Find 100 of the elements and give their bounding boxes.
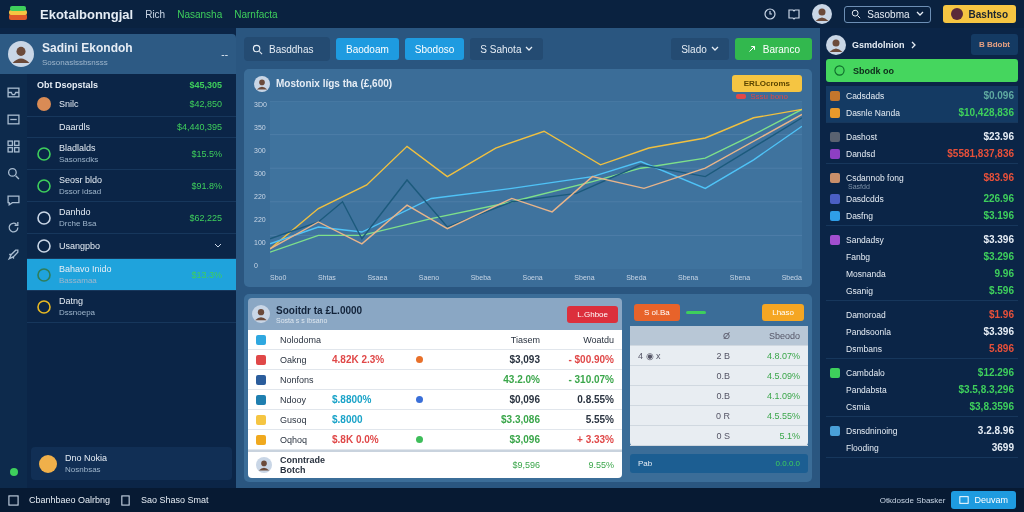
more-menu[interactable]: -- [221,48,228,60]
avatar-icon [812,4,833,24]
asset-name: Nonfons [280,374,315,385]
column-header: Ø [722,330,730,341]
asset-value: 226.96 [983,193,1014,204]
rocket-icon[interactable] [7,248,20,261]
quantity-cell-text: 0 S [715,430,730,441]
asset-name: Dandsd [846,148,877,159]
account-name: Bladlalds [59,143,97,153]
column-header: Woatdu [582,334,614,345]
caret-icon [710,46,719,52]
column-header: Tiasem [509,334,540,345]
legend-label: Sssu bono [750,92,788,101]
column-header: Sbeodo [767,330,800,341]
value-cell-text: $3,093 [508,354,540,365]
legend-swatch [736,94,747,99]
quantity-cell-text: 2 B [715,350,730,361]
asset-value: $10,428,836 [958,107,1014,118]
asset-value: $3.296 [983,251,1014,262]
percent-cell-text: 4.5.09% [765,370,800,381]
asset-value: $83.96 [983,172,1014,183]
asset-name: Dasdcdds [846,193,885,204]
asset-group[interactable]: Dsnsdninoing 3.2.8.96 Flooding 3699 [826,421,1018,458]
card-icon[interactable] [7,113,20,126]
asset-name: Csmia [846,401,872,412]
asset-name: Pandabsta [846,384,888,395]
asset-group[interactable]: Cadsdads $0.096 Dasnle Nanda $10,428,836 [826,86,1018,123]
asset-group[interactable]: Damoroad $1.96 Pandsoonla $3.396 Dsmbans 5.896 [826,305,1018,359]
filter-dropdown[interactable]: S Sahota [470,38,544,60]
account-value: $42,850 [189,99,222,109]
avatar-icon [252,305,270,323]
row-label: 4 ◉ x [638,350,662,361]
asset-group[interactable]: Sandadsy $3.396 Fanbg $3.296 Mosnanda 9.96 Gsanig $.596 [826,230,1018,301]
change-cell-text: $.8000 [332,414,364,425]
search-icon [851,9,862,19]
profile-name: Sadini Ekondoh [42,41,134,55]
asset-name: Gusoq [280,414,308,425]
chevron-icon [910,40,917,49]
quantity-cell-text: 0.B [715,370,730,381]
refresh-icon[interactable] [7,221,20,234]
asset-value: $3.196 [983,210,1014,221]
percent-cell-text: 4.8.07% [765,350,800,361]
account-item[interactable]: Snilc $42,850 [27,92,236,117]
account-item[interactable]: Daardls $4,440,395 [27,117,236,138]
account-subtitle: Dssnoepa [59,308,97,317]
asset-value: 9.96 [994,268,1014,279]
asset-name: Gsanig [846,285,874,296]
percent-cell-text: 5.1% [778,430,800,441]
avatar-icon [8,41,34,67]
value-cell-text: $3,096 [508,434,540,445]
change-cell-text: $.8K 0.0% [332,434,380,445]
account-name: Bahavo Inido [59,264,113,274]
search-icon[interactable] [7,167,20,180]
chat-icon[interactable] [7,194,20,207]
asset-group[interactable]: Dashost $23.96 Dandsd $5581,837,836 [826,127,1018,164]
panel-button[interactable]: B Bdobt [970,34,1018,55]
nav-link[interactable]: Narnfacta [234,8,278,20]
inbox-icon[interactable] [7,86,20,99]
status-text: Cbanhbaeo Oalrbng [29,495,111,505]
nav-link[interactable]: Nasansha [177,8,223,20]
account-subtitle: Drche Bsa [59,219,98,228]
asset-name: Fanbg [846,251,872,262]
change-cell-text: $.8800% [332,394,373,405]
alert-button[interactable]: L.Ghboe [567,305,618,323]
asset-value: $3.5,8.3,296 [958,384,1014,395]
asset-name: Dasfng [846,210,874,221]
asset-value: $.596 [988,285,1014,296]
panel-title: Gsmdolnion [852,39,905,50]
account-name: Danhdo [59,207,92,217]
change-cell-text: 4.82K 2.3% [332,354,386,365]
asset-value: $5581,837,836 [947,148,1014,159]
asset-name: Dashost [846,131,879,142]
action-button[interactable]: Bashtso [942,5,1016,23]
search-field[interactable]: Basddhas [244,37,330,61]
value-cell-text: $0,096 [508,394,540,405]
wallet-subtitle: Nosnbsas [65,465,102,474]
asset-name: Damoroad [846,309,887,320]
clock-icon[interactable] [764,8,777,20]
asset-value: $1.96 [988,309,1014,320]
profile-subtitle: Sosonaslssbsnsss [42,58,109,67]
sort-dropdown[interactable]: Slado [671,38,729,60]
total-label: Conntrade Botch [280,455,326,475]
asset-value: 5.896 [988,343,1014,354]
chart-title: Mostonix lígs tha (£,600) [276,78,393,89]
asset-name: Pandsoonla [846,326,892,337]
window-icon [959,495,970,505]
quantity-cell-text: 0 R [715,410,730,421]
asset-name: Cadsdads [846,90,886,101]
highlight-banner[interactable]: Sbodk oo [826,59,1018,82]
asset-name: Dsnsdninoing [846,425,899,436]
info-icon [256,334,266,345]
account-value: $62,225 [189,212,222,223]
nav-link[interactable]: Rich [145,8,166,20]
total-value: 0.0.0.0 [775,459,800,468]
wallet-card[interactable]: Dno Nokia Nosnbsas [31,447,232,480]
asset-name: Oakng [280,354,308,365]
book-icon[interactable] [788,8,801,20]
account-dropdown[interactable]: Sasobma [844,5,931,23]
logo-icon [8,5,28,23]
asset-group[interactable]: Cambdalo $12.296 Pandabsta $3.5,8.3,296 Csmia $3,8.3596 [826,363,1018,417]
